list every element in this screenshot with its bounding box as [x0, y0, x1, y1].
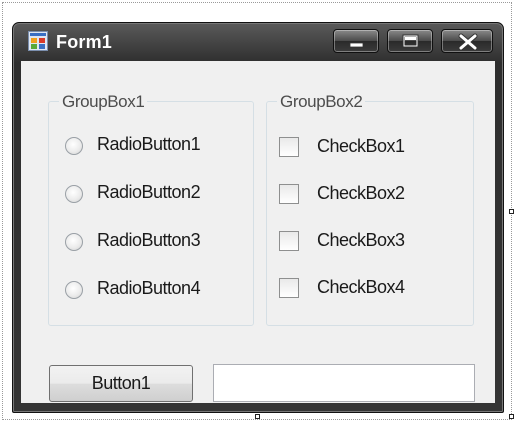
checkbox-square-icon	[279, 137, 299, 157]
checkbox-square-icon	[279, 231, 299, 251]
radiobutton4-label: RadioButton4	[97, 278, 201, 298]
minimize-icon	[349, 42, 364, 48]
maximize-icon	[402, 34, 419, 48]
checkbox-square-icon	[279, 278, 299, 298]
groupbox2-title: GroupBox2	[277, 92, 366, 112]
window-title: Form1	[56, 32, 113, 52]
groupbox2: GroupBox2 CheckBox1 CheckBox2 CheckBox3 …	[266, 92, 474, 326]
radiobutton1[interactable]: RadioButton1	[49, 133, 249, 161]
radiobutton3[interactable]: RadioButton3	[49, 229, 249, 257]
minimize-button[interactable]	[333, 29, 379, 53]
title-bar[interactable]: Form1	[13, 23, 503, 61]
resize-handle-bottom-right[interactable]	[509, 414, 514, 419]
form-window: Form1 GroupBox1 RadioButton1 RadioButton…	[12, 22, 504, 413]
close-button[interactable]	[441, 29, 493, 53]
form-client-area: GroupBox1 RadioButton1 RadioButton2 Radi…	[21, 61, 495, 403]
groupbox1: GroupBox1 RadioButton1 RadioButton2 Radi…	[48, 92, 254, 326]
textbox1[interactable]	[213, 364, 475, 402]
radiobutton1-label: RadioButton1	[97, 134, 201, 154]
radio-circle-icon	[65, 281, 83, 299]
radio-circle-icon	[65, 233, 83, 251]
radiobutton2[interactable]: RadioButton2	[49, 181, 249, 209]
resize-handle-right[interactable]	[509, 209, 514, 214]
checkbox2[interactable]: CheckBox2	[267, 182, 467, 210]
groupbox1-title: GroupBox1	[59, 92, 148, 112]
checkbox2-label: CheckBox2	[317, 183, 405, 203]
resize-handle-bottom[interactable]	[255, 414, 260, 419]
radio-circle-icon	[65, 185, 83, 203]
radiobutton2-label: RadioButton2	[97, 182, 201, 202]
maximize-button[interactable]	[387, 29, 433, 53]
application-icon	[28, 31, 48, 51]
radio-circle-icon	[65, 137, 83, 155]
checkbox4[interactable]: CheckBox4	[267, 276, 467, 304]
radiobutton3-label: RadioButton3	[97, 230, 201, 250]
radiobutton4[interactable]: RadioButton4	[49, 277, 249, 305]
checkbox4-label: CheckBox4	[317, 277, 405, 297]
checkbox-square-icon	[279, 184, 299, 204]
checkbox3[interactable]: CheckBox3	[267, 229, 467, 257]
checkbox1[interactable]: CheckBox1	[267, 135, 467, 163]
button1[interactable]: Button1	[49, 365, 193, 402]
checkbox3-label: CheckBox3	[317, 230, 405, 250]
checkbox1-label: CheckBox1	[317, 136, 405, 156]
close-icon	[458, 33, 478, 51]
